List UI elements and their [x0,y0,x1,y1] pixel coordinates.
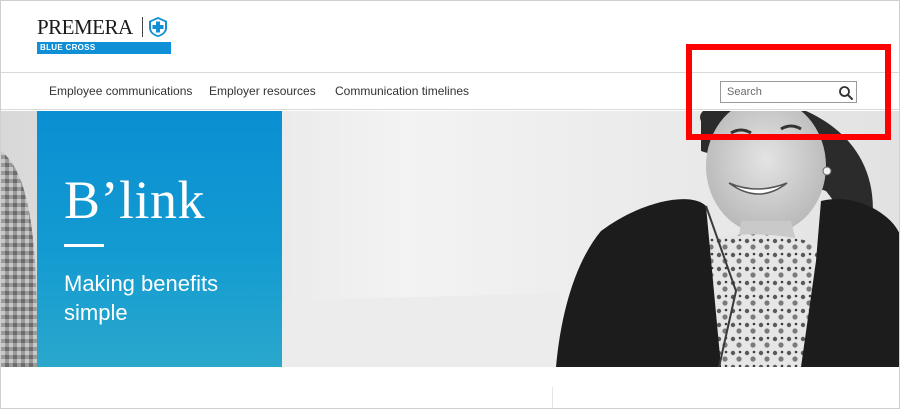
nav-employee-communications[interactable]: Employee communications [49,84,192,98]
search-input[interactable] [721,82,836,102]
page-frame: PREMERA BLUE CROSS Employee communicatio… [0,0,900,409]
hero-divider [64,244,104,247]
content-area [1,367,899,408]
blue-cross-icon [149,17,167,37]
hero-banner: B’link Making benefits simple [1,111,899,367]
hero-panel: B’link Making benefits simple [37,111,282,367]
logo-separator [142,17,143,37]
nav-employer-resources[interactable]: Employer resources [209,84,316,98]
site-header: PREMERA BLUE CROSS [1,1,899,72]
premera-logo[interactable]: PREMERA BLUE CROSS [37,15,171,55]
hero-subtitle: Making benefits simple [64,271,219,325]
main-nav: Employee communications Employer resourc… [1,72,899,110]
logo-wordmark: PREMERA [37,15,133,39]
hero-title: B’link [64,170,206,230]
logo-tagline: BLUE CROSS [37,42,171,54]
nav-communication-timelines[interactable]: Communication timelines [335,84,469,98]
column-divider [552,387,553,408]
search-box [720,81,857,103]
search-icon[interactable] [838,85,854,101]
